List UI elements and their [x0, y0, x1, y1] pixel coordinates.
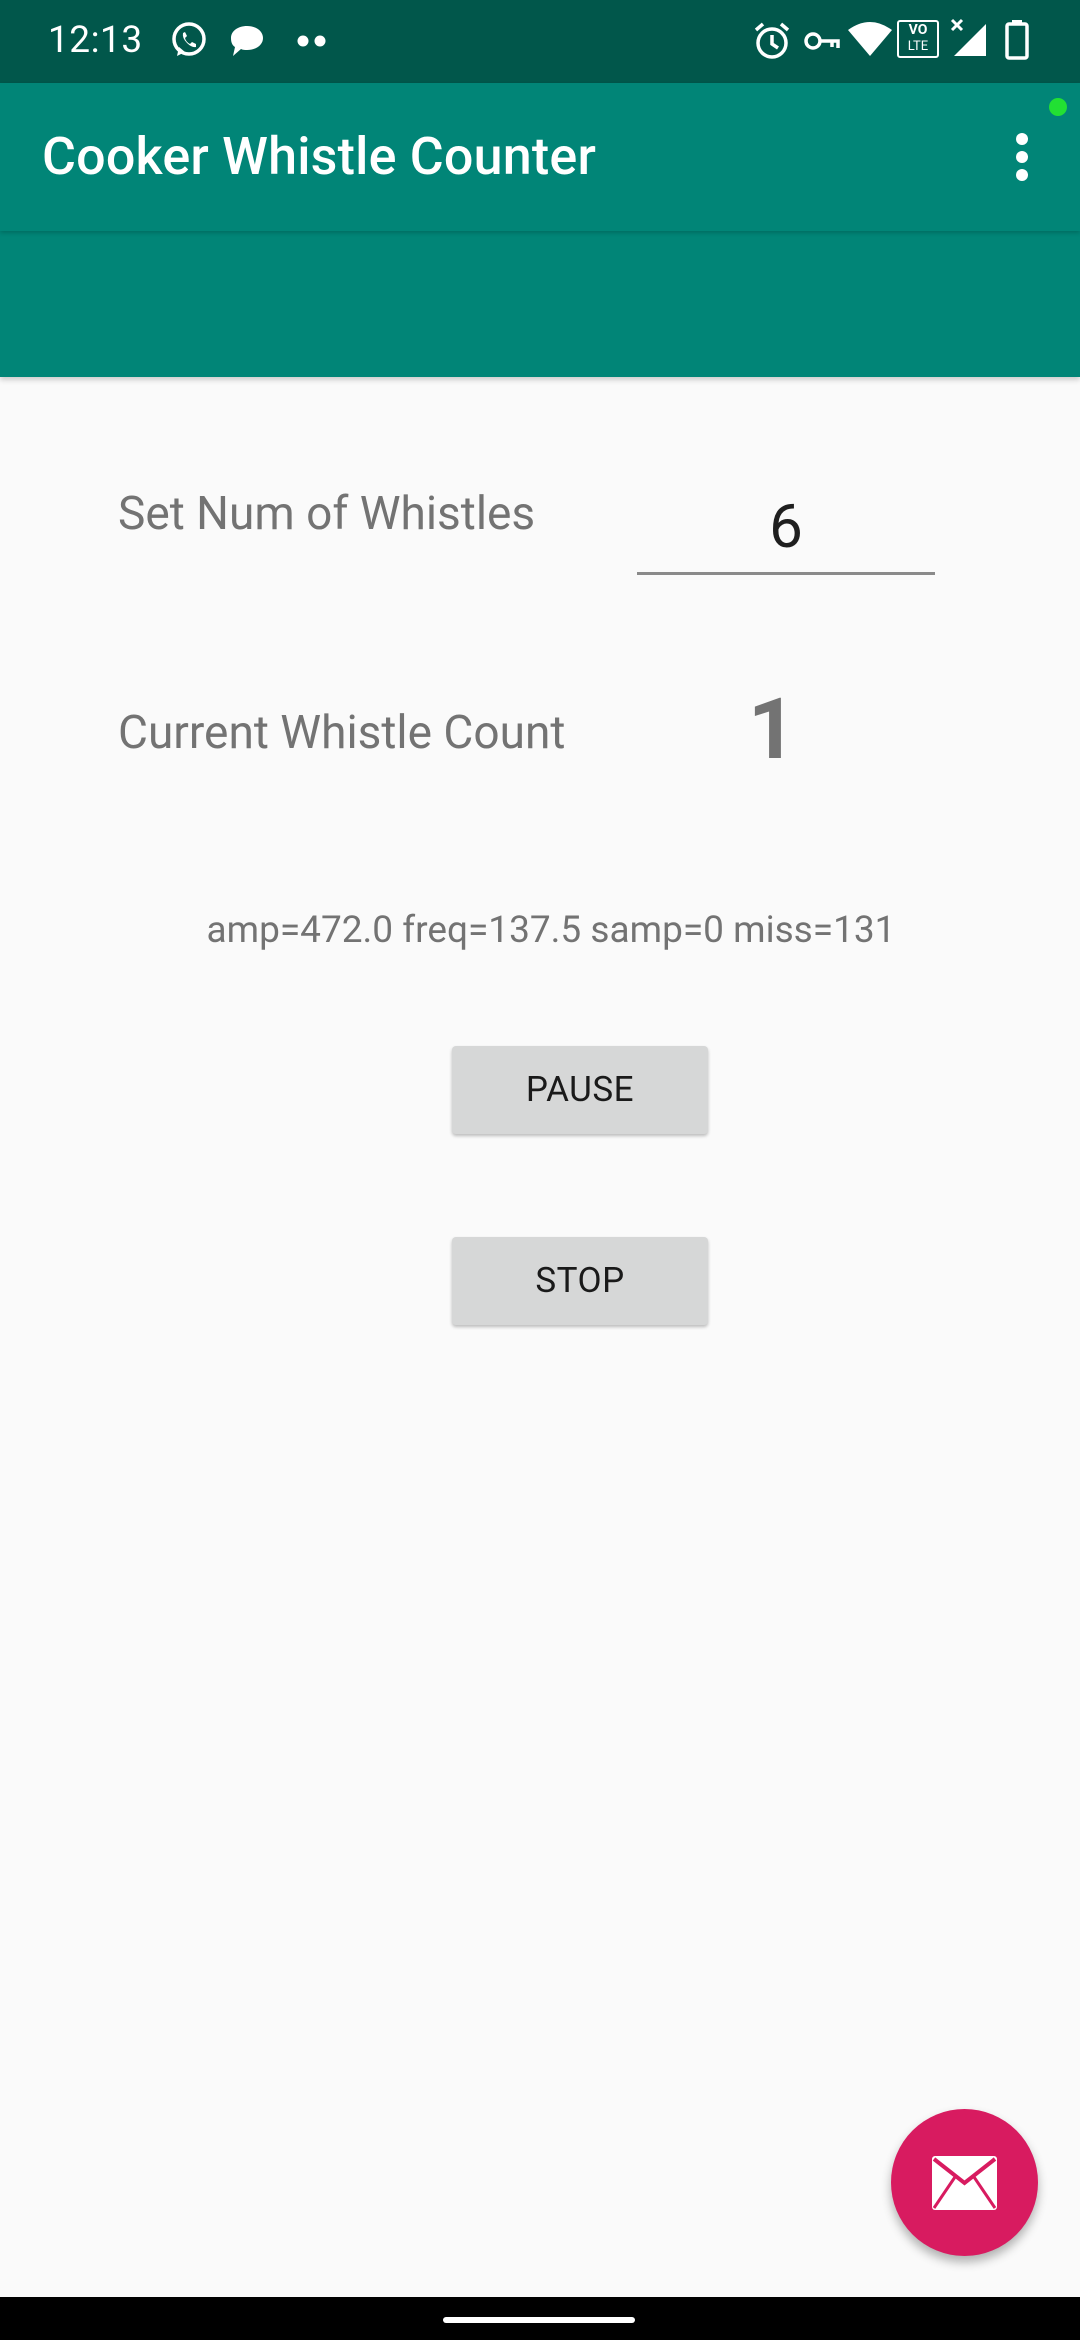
battery-icon — [1005, 20, 1029, 60]
alarm-icon — [754, 22, 790, 59]
whatsapp-icon — [172, 22, 206, 56]
app-bar: Cooker Whistle Counter — [0, 83, 1080, 231]
stop-button[interactable]: STOP — [452, 1237, 708, 1325]
volte-label-bottom: LTE — [907, 39, 929, 54]
app-title: Cooker Whistle Counter — [42, 126, 597, 187]
home-gesture-handle[interactable] — [443, 2317, 635, 2323]
vpn-key-icon — [804, 32, 840, 50]
current-count-value: 1 — [748, 680, 797, 779]
status-time: 12:13 — [48, 19, 143, 62]
volte-icon: VO LTE — [897, 20, 939, 58]
more-notifications-icon — [297, 35, 326, 47]
wifi-icon — [848, 22, 892, 56]
email-icon — [932, 2156, 997, 2210]
app-bar-extension — [0, 231, 1080, 377]
current-count-label: Current Whistle Count — [118, 706, 566, 760]
signal-icon — [950, 18, 986, 56]
pause-button[interactable]: PAUSE — [452, 1046, 708, 1134]
audio-debug-text: amp=472.0 freq=137.5 samp=0 miss=131 — [206, 909, 896, 952]
set-whistles-input[interactable] — [637, 480, 935, 575]
message-bubble-icon — [231, 26, 263, 56]
navigation-bar — [0, 2297, 1080, 2340]
email-fab-button[interactable] — [891, 2109, 1038, 2256]
overflow-menu-icon[interactable] — [1000, 125, 1044, 189]
status-bar: 12:13 VO LTE — [0, 0, 1080, 83]
screen: 12:13 VO LTE Cooker Whistle Counter Set … — [0, 0, 1080, 2340]
set-whistles-label: Set Num of Whistles — [118, 487, 536, 541]
mic-in-use-indicator — [1049, 98, 1067, 116]
volte-label-top: VO — [908, 22, 928, 38]
